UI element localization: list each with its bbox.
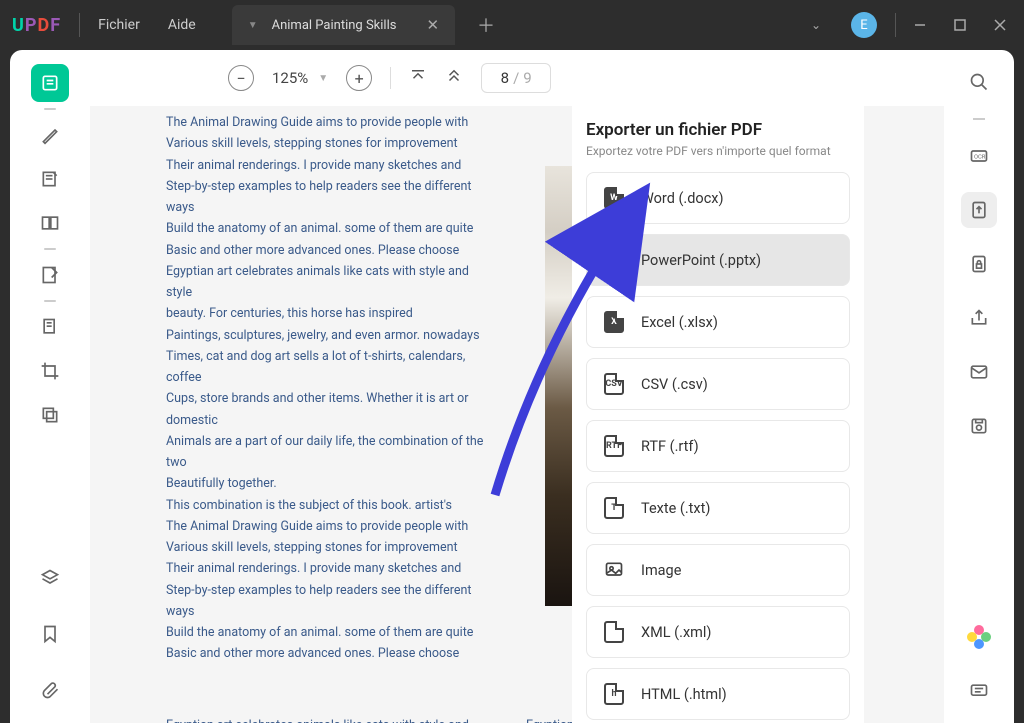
share-button[interactable] xyxy=(961,300,997,336)
chevron-down-icon[interactable]: ⌄ xyxy=(795,10,837,40)
export-option-label: Excel (.xlsx) xyxy=(641,314,718,331)
protect-button[interactable] xyxy=(961,246,997,282)
attachment-button[interactable] xyxy=(31,671,69,709)
tab-close-icon[interactable]: ✕ xyxy=(426,16,439,34)
export-option-label: XML (.xml) xyxy=(641,624,711,641)
export-option-xml[interactable]: XML (.xml) xyxy=(586,606,850,658)
toolbar: − 125%▼ + 8/9 xyxy=(90,50,944,106)
page-number-input[interactable]: 8/9 xyxy=(481,63,551,93)
annotate-tool-button[interactable] xyxy=(31,160,69,198)
content-area: − 125%▼ + 8/9 The Animal Drawing Guide a… xyxy=(90,50,944,723)
file-type-icon xyxy=(603,621,625,643)
export-option-csv[interactable]: CSV CSV (.csv) xyxy=(586,358,850,410)
page-layout-button[interactable] xyxy=(31,204,69,242)
divider xyxy=(79,13,80,37)
export-option-texte[interactable]: T Texte (.txt) xyxy=(586,482,850,534)
file-type-icon: h xyxy=(603,683,625,705)
menu-help[interactable]: Aide xyxy=(168,17,196,33)
export-option-label: Image xyxy=(641,562,681,579)
export-option-label: RTF (.rtf) xyxy=(641,438,699,455)
reader-mode-button[interactable] xyxy=(31,64,69,102)
copy-tool-button[interactable] xyxy=(31,396,69,434)
divider xyxy=(895,13,896,37)
svg-text:OCR: OCR xyxy=(974,155,986,161)
export-option-label: PowerPoint (.pptx) xyxy=(641,252,761,269)
divider xyxy=(44,108,56,110)
export-option-rtf[interactable]: RTF RTF (.rtf) xyxy=(586,420,850,472)
document-tab[interactable]: ▼ Animal Painting Skills ✕ xyxy=(232,5,455,45)
menu-file[interactable]: Fichier xyxy=(98,17,140,33)
file-type-icon: T xyxy=(603,497,625,519)
maximize-button[interactable] xyxy=(940,5,980,45)
zoom-level[interactable]: 125%▼ xyxy=(272,69,328,87)
user-avatar[interactable]: E xyxy=(851,12,877,38)
layers-button[interactable] xyxy=(31,559,69,597)
export-option-word[interactable]: W Word (.docx) xyxy=(586,172,850,224)
export-option-label: Texte (.txt) xyxy=(641,500,710,517)
export-option-label: Word (.docx) xyxy=(641,190,724,207)
minimize-button[interactable] xyxy=(900,5,940,45)
chevron-down-icon: ▼ xyxy=(318,73,328,84)
export-title: Exporter un fichier PDF xyxy=(586,120,850,140)
file-type-icon xyxy=(603,559,625,581)
export-option-excel[interactable]: X Excel (.xlsx) xyxy=(586,296,850,348)
export-option-image[interactable]: Image xyxy=(586,544,850,596)
export-option-label: HTML (.html) xyxy=(641,686,727,703)
divider xyxy=(44,300,56,302)
save-button[interactable] xyxy=(961,408,997,444)
export-button[interactable] xyxy=(961,192,997,228)
file-type-icon: P xyxy=(603,249,625,271)
titlebar: UPDF Fichier Aide ▼ Animal Painting Skil… xyxy=(0,0,1024,50)
export-option-powerpoint[interactable]: P PowerPoint (.pptx) xyxy=(586,234,850,286)
document-text: The Animal Drawing Guide aims to provide… xyxy=(166,112,486,665)
tab-dropdown-icon[interactable]: ▼ xyxy=(248,20,258,31)
sidebar-right: OCR xyxy=(944,50,1014,723)
divider xyxy=(44,248,56,250)
file-type-icon: CSV xyxy=(603,373,625,395)
go-to-top-button[interactable] xyxy=(409,67,427,89)
export-panel: Exporter un fichier PDF Exportez votre P… xyxy=(572,106,864,723)
crop-tool-button[interactable] xyxy=(31,352,69,390)
new-tab-button[interactable]: ＋ xyxy=(477,12,495,38)
divider xyxy=(973,118,985,120)
divider xyxy=(390,67,391,89)
zoom-out-button[interactable]: − xyxy=(228,65,254,91)
document-text-col-left: Egyptian art celebrates animals like cat… xyxy=(166,715,486,723)
app-body: − 125%▼ + 8/9 The Animal Drawing Guide a… xyxy=(10,50,1014,723)
forms-button[interactable] xyxy=(31,308,69,346)
email-button[interactable] xyxy=(961,354,997,390)
scroll-up-button[interactable] xyxy=(445,67,463,89)
app-logo: UPDF xyxy=(12,15,61,36)
bookmark-button[interactable] xyxy=(31,615,69,653)
edit-tool-button[interactable] xyxy=(31,256,69,294)
export-subtitle: Exportez votre PDF vers n'importe quel f… xyxy=(586,144,850,158)
close-button[interactable] xyxy=(980,5,1020,45)
sidebar-left xyxy=(10,50,90,723)
tab-title: Animal Painting Skills xyxy=(272,18,397,33)
file-type-icon: RTF xyxy=(603,435,625,457)
search-button[interactable] xyxy=(961,64,997,100)
ai-assistant-button[interactable] xyxy=(961,619,997,655)
export-option-html[interactable]: h HTML (.html) xyxy=(586,668,850,720)
zoom-in-button[interactable]: + xyxy=(346,65,372,91)
export-option-label: CSV (.csv) xyxy=(641,376,708,393)
ocr-button[interactable]: OCR xyxy=(961,138,997,174)
file-type-icon: W xyxy=(603,187,625,209)
highlight-tool-button[interactable] xyxy=(31,116,69,154)
comments-button[interactable] xyxy=(961,673,997,709)
file-type-icon: X xyxy=(603,311,625,333)
